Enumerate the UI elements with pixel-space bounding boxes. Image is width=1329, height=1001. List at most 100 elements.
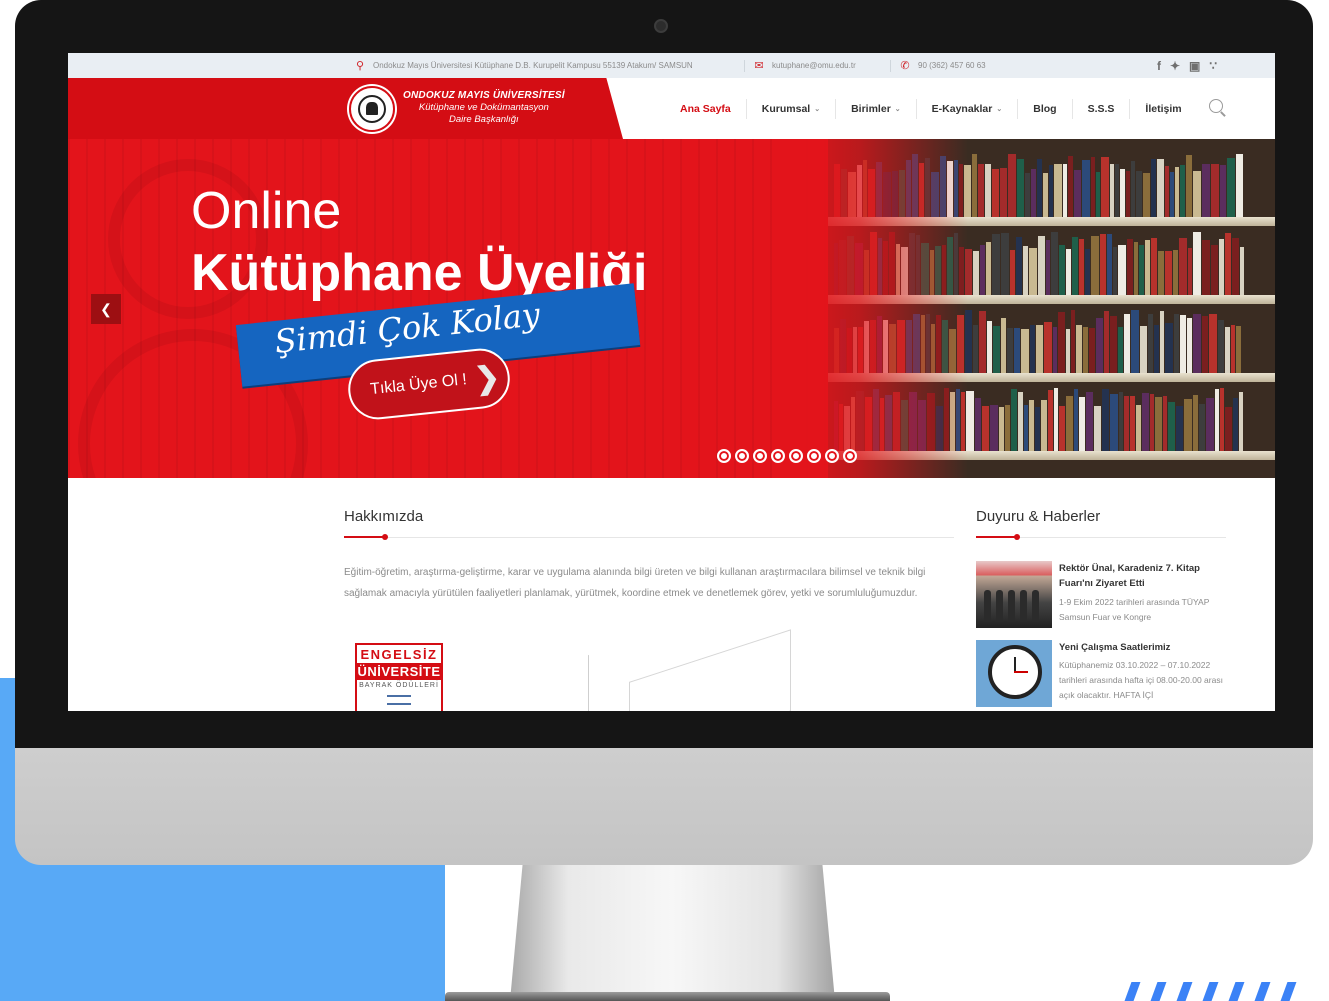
book-spine — [1206, 398, 1214, 451]
book-spine — [1000, 168, 1007, 217]
mockup-stage: ⚲ Ondokuz Mayıs Üniversitesi Kütüphane D… — [0, 0, 1329, 1001]
slider-dot[interactable] — [825, 449, 839, 463]
book-spine — [1036, 325, 1043, 373]
news-item[interactable]: Rektör Ünal, Karadeniz 7. Kitap Fuarı'nı… — [976, 561, 1226, 629]
book-spine — [980, 245, 985, 295]
phone-link[interactable]: 90 (362) 457 60 63 — [918, 61, 986, 70]
nav-label: S.S.S — [1087, 102, 1115, 115]
slider-dot[interactable] — [771, 449, 785, 463]
slider-prev-button[interactable]: ❮ — [91, 294, 121, 324]
book-spine — [1184, 399, 1192, 451]
book-spine — [1029, 248, 1037, 295]
book-spine — [1005, 405, 1010, 451]
news-title[interactable]: Rektör Ünal, Karadeniz 7. Kitap Fuarı'nı… — [1059, 561, 1229, 591]
book-spine — [1054, 388, 1058, 451]
phone-item[interactable]: ✆ 90 (362) 457 60 63 — [898, 53, 986, 78]
book-spine — [1131, 161, 1135, 217]
book-spine — [1170, 172, 1174, 217]
book-spine — [1136, 171, 1142, 217]
book-spine — [1236, 326, 1241, 373]
book-spine — [1058, 312, 1065, 373]
nav-label: İletişim — [1145, 102, 1182, 115]
news-thumbnail[interactable] — [976, 561, 1052, 628]
book-spine — [1215, 389, 1219, 451]
news-heading-rule — [976, 534, 1226, 540]
book-spine — [1179, 238, 1187, 295]
email-item[interactable]: ✉ kutuphane@omu.edu.tr — [752, 53, 856, 78]
book-spine — [1066, 329, 1070, 373]
news-thumbnail[interactable] — [976, 640, 1052, 707]
chevron-left-icon: ❮ — [100, 300, 112, 317]
book-spine — [1037, 159, 1042, 217]
book-spine — [1202, 164, 1210, 217]
book-spine — [1218, 320, 1224, 373]
book-spine — [1035, 407, 1040, 451]
book-spine — [1046, 240, 1050, 295]
instagram-icon[interactable]: ▣ — [1189, 59, 1200, 73]
facebook-icon[interactable]: f — [1157, 59, 1161, 73]
book-spine — [1011, 389, 1017, 451]
nav-item-sss[interactable]: S.S.S — [1071, 98, 1130, 119]
email-link[interactable]: kutuphane@omu.edu.tr — [772, 61, 856, 70]
book-spine — [1151, 159, 1156, 217]
book-spine — [972, 154, 977, 217]
book-spine — [1193, 171, 1201, 217]
news-title[interactable]: Yeni Çalışma Saatlerimiz — [1059, 640, 1229, 655]
slider-dot[interactable] — [843, 449, 857, 463]
book-spine — [1168, 402, 1175, 451]
slider-dot[interactable] — [735, 449, 749, 463]
about-heading: Hakkımızda — [344, 508, 424, 525]
book-spine — [1148, 314, 1153, 373]
book-spine — [975, 398, 981, 451]
book-spine — [1110, 164, 1114, 217]
book-spine — [1107, 234, 1112, 295]
book-spine — [1024, 405, 1028, 451]
slider-dot[interactable] — [789, 449, 803, 463]
book-spine — [1165, 166, 1169, 217]
book-spine — [1068, 156, 1073, 217]
book-spine — [1066, 396, 1073, 451]
image-fade-overlay — [788, 139, 968, 478]
book-spine — [1240, 247, 1244, 295]
about-paragraph: Eğitim-öğretim, araştırma-geliştirme, ka… — [344, 567, 926, 599]
news-item[interactable]: Yeni Çalışma Saatlerimiz Kütüphanemiz 03… — [976, 640, 1226, 711]
news-excerpt: Kütüphanemiz 03.10.2022 – 07.10.2022 tar… — [1059, 660, 1223, 700]
nav-item-birimler[interactable]: Birimler ⌄ — [835, 98, 916, 119]
book-spine — [1066, 249, 1071, 295]
book-spine — [1031, 169, 1036, 217]
book-spine — [999, 407, 1004, 451]
chevron-right-icon: ❯ — [472, 360, 502, 396]
book-spine — [990, 405, 998, 451]
book-spine — [1131, 310, 1139, 373]
nav-item-blog[interactable]: Blog — [1017, 98, 1071, 119]
book-spine — [1186, 155, 1192, 217]
search-icon[interactable] — [1209, 99, 1223, 113]
book-spine — [1115, 164, 1119, 217]
phone-icon: ✆ — [900, 60, 910, 72]
monitor-stand — [510, 860, 835, 1001]
slider-dots — [717, 449, 857, 463]
slider-dot[interactable] — [753, 449, 767, 463]
contact-topbar: ⚲ Ondokuz Mayıs Üniversitesi Kütüphane D… — [68, 53, 1275, 78]
nav-item-ana-sayfa[interactable]: Ana Sayfa — [665, 99, 746, 119]
book-spine — [1076, 325, 1082, 373]
award-badge[interactable]: ENGELSİZ ÜNİVERSİTE BAYRAK ÖDÜLLERİ — [355, 643, 443, 711]
book-spine — [986, 242, 991, 295]
slider-dot[interactable] — [717, 449, 731, 463]
book-spine — [1044, 322, 1052, 373]
book-spine — [1124, 396, 1129, 451]
book-spine — [1139, 245, 1144, 295]
organization-name[interactable]: ONDOKUZ MAYIS ÜNİVERSİTESİ Kütüphane ve … — [403, 90, 565, 126]
main-nav: Ana Sayfa Kurumsal ⌄ Birimler ⌄ E-Kaynakla… — [665, 78, 1197, 139]
book-spine — [1225, 407, 1232, 451]
book-spine — [1051, 232, 1058, 295]
slider-dot[interactable] — [807, 449, 821, 463]
nav-item-iletisim[interactable]: İletişim — [1129, 98, 1196, 119]
nav-item-kurumsal[interactable]: Kurumsal ⌄ — [745, 98, 835, 119]
book-spine — [1174, 314, 1179, 373]
cta-label: Tıkla Üye Ol ! — [369, 371, 468, 399]
university-logo[interactable] — [349, 86, 395, 132]
nav-item-e-kaynaklar[interactable]: E-Kaynaklar ⌄ — [915, 98, 1018, 119]
rss-icon[interactable]: ∵ — [1209, 59, 1217, 73]
twitter-icon[interactable]: ✦ — [1170, 59, 1180, 73]
